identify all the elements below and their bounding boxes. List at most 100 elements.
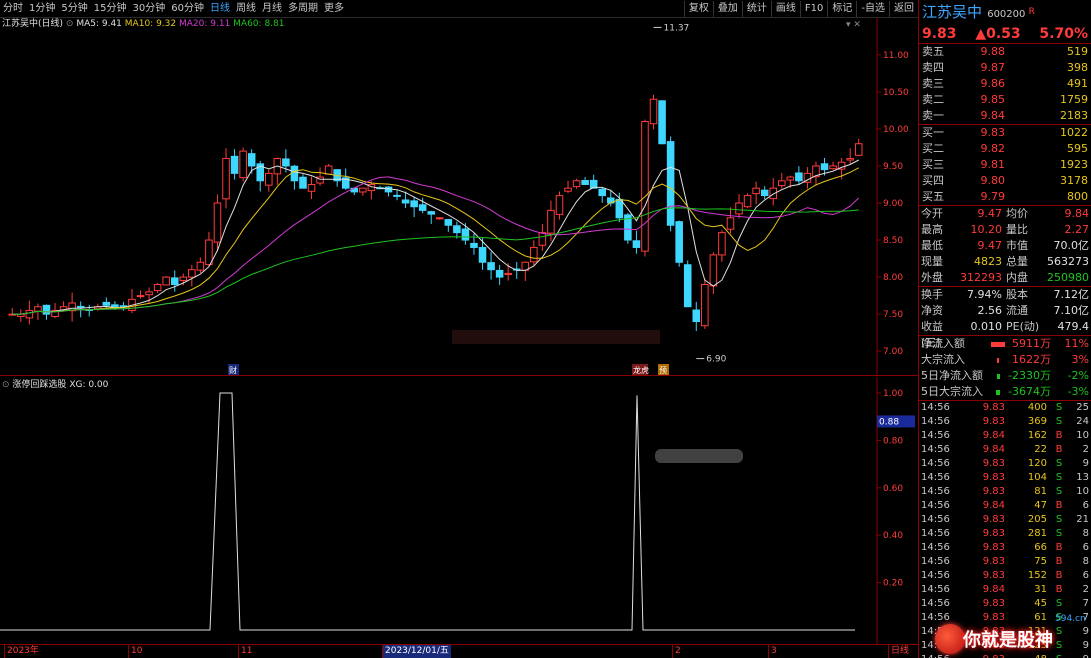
- trade-row: 14:56 9.83 281 S 8: [919, 527, 1091, 541]
- ask-row[interactable]: 卖二 9.85 1759: [919, 92, 1091, 108]
- candle: [495, 264, 504, 285]
- close-icon[interactable]: ✕: [853, 20, 861, 30]
- stat-key: 现量: [921, 255, 943, 268]
- trade-volume: 47: [1034, 500, 1047, 511]
- price-tick: 9.00: [883, 199, 903, 209]
- bid-row[interactable]: 买二 9.82 595: [919, 141, 1091, 157]
- period-tab[interactable]: 多周期: [285, 0, 321, 18]
- trade-price: 9.83: [965, 653, 1005, 658]
- stat-key: 量比: [1006, 223, 1028, 236]
- trade-time: 14:56: [921, 430, 950, 441]
- flow-label: 净流入额: [921, 337, 965, 350]
- bid-row[interactable]: 买四 9.80 3178: [919, 173, 1091, 189]
- period-tab[interactable]: 分时: [0, 0, 26, 18]
- ask-price: 9.86: [980, 77, 1006, 90]
- candle: [846, 148, 854, 165]
- candle: [239, 147, 247, 182]
- ask-row[interactable]: 卖四 9.87 398: [919, 60, 1091, 76]
- candle: [128, 289, 136, 314]
- bid-volume: 3178: [1060, 174, 1088, 187]
- time-axis: 2023年 10 11 2023/12/01/五 2 3 日线: [0, 644, 918, 658]
- indicator-tick: 0.60: [883, 484, 903, 494]
- chart-title: 江苏吴中(日线): [2, 19, 64, 29]
- ma-legend: 江苏吴中(日线) ⊙ MA5: 9.41 MA10: 9.32 MA20: 9.…: [0, 18, 284, 30]
- ask-price: 9.85: [980, 93, 1006, 106]
- chart-controls[interactable]: ▾ ✕: [846, 20, 861, 30]
- event-tag-label: 龙虎: [633, 365, 649, 375]
- current-value-label: 0.88: [879, 417, 899, 427]
- trade-volume: 162: [1027, 430, 1047, 441]
- indicator-chart[interactable]: 1.00 0.80 0.60 0.40 0.20 0.88: [0, 377, 918, 644]
- tool-button[interactable]: 叠加: [712, 1, 742, 17]
- candle: [854, 138, 863, 157]
- trade-volume: 120: [1027, 458, 1047, 469]
- flow-bar-fill: [996, 373, 1000, 379]
- ask-row[interactable]: 卖三 9.86 491: [919, 76, 1091, 92]
- candle: [478, 237, 487, 270]
- trade-side: S: [1055, 626, 1063, 637]
- tool-button[interactable]: -自选: [856, 1, 889, 17]
- trade-row: 14:56 9.83 369 S 24: [919, 415, 1091, 429]
- flow-pct: 3%: [1071, 353, 1089, 366]
- time-label: 3: [768, 645, 777, 658]
- tool-button[interactable]: 统计: [741, 1, 771, 17]
- tool-button[interactable]: F10: [799, 1, 827, 17]
- trade-price: 9.83: [982, 528, 1005, 539]
- bid-label: 买三: [922, 158, 944, 171]
- bid-volume: 1022: [1060, 126, 1088, 139]
- ask-volume: 491: [1067, 77, 1088, 90]
- ma20-line: [12, 176, 860, 315]
- period-tab[interactable]: 1分钟: [26, 0, 58, 18]
- period-tab[interactable]: 30分钟: [129, 0, 168, 18]
- ask-volume: 519: [1067, 45, 1088, 58]
- ask-row[interactable]: 卖五 9.88 519: [919, 44, 1091, 60]
- flow-value: 1622万: [1012, 353, 1051, 366]
- chevron-down-icon[interactable]: ▾: [846, 20, 851, 30]
- period-tab[interactable]: 60分钟: [168, 0, 207, 18]
- bid-row[interactable]: 买一 9.83 1022: [919, 125, 1091, 141]
- price-tick: 9.50: [883, 162, 903, 172]
- flow-value: -3674万: [1008, 385, 1051, 398]
- period-tab[interactable]: 更多: [321, 0, 347, 18]
- stat-key: 最低: [921, 239, 943, 252]
- stat-value: 7.94%: [967, 288, 1002, 301]
- trade-price: 9.83: [982, 416, 1005, 427]
- stat-value: 563273: [1047, 255, 1089, 268]
- settings-icon[interactable]: ⊙: [2, 380, 10, 390]
- stat-row: 净资 2.56 流通 7.10亿: [919, 303, 1091, 319]
- kline-chart[interactable]: 11.00 10.50 10.00 9.50 9.00 8.50 8.00 7.50 7.00 1…: [0, 18, 918, 376]
- stat-row: 外盘 312293 内盘 250980: [919, 270, 1091, 286]
- trade-row: 14:56 9.83 75 B 8: [919, 555, 1091, 569]
- flow-row: 净流入额 5911万 11%: [919, 336, 1091, 352]
- trade-side: B: [1055, 584, 1063, 595]
- period-tab[interactable]: 15分钟: [91, 0, 130, 18]
- period-tab[interactable]: 5分钟: [58, 0, 90, 18]
- bid-row[interactable]: 买三 9.81 1923: [919, 157, 1091, 173]
- tool-button[interactable]: 画线: [770, 1, 800, 17]
- tool-button[interactable]: 标记: [827, 1, 856, 17]
- tool-button[interactable]: 返回: [889, 1, 918, 17]
- toolbar-tools: 复权 叠加 统计 画线 F10 标记 -自选 返回: [683, 0, 918, 18]
- candle: [598, 187, 607, 203]
- period-tab[interactable]: 日线: [207, 0, 233, 18]
- period-tab[interactable]: 月线: [259, 0, 285, 18]
- tool-button[interactable]: 复权: [683, 1, 713, 17]
- bid-row[interactable]: 买五 9.79 800: [919, 189, 1091, 205]
- trade-ticks[interactable]: 14:56 9.83 400 S 25 14:56 9.83 369 S 24 14:56 9.84 1…: [919, 401, 1091, 658]
- period-tab[interactable]: 周线: [233, 0, 259, 18]
- stat-row: 最低 9.47 市值 70.0亿: [919, 238, 1091, 254]
- flow-value: -2330万: [1008, 369, 1051, 382]
- flow-label: 5日大宗流入: [921, 385, 983, 398]
- candle: [718, 230, 726, 262]
- trade-row: 14:56 9.83 104 S 13: [919, 471, 1091, 485]
- redacted-region: [655, 449, 743, 463]
- flow-bar-fill: [991, 341, 1005, 347]
- settings-icon[interactable]: ⊙: [66, 19, 74, 29]
- time-label: 10: [128, 645, 142, 658]
- ask-row[interactable]: 卖一 9.84 2183: [919, 108, 1091, 124]
- last-price: 9.83: [922, 26, 957, 42]
- ask-price: 9.84: [980, 109, 1006, 122]
- period-tabs: 分时 1分钟 5分钟 15分钟 30分钟 60分钟 日线 周线 月线 多周期 更多: [0, 0, 347, 18]
- stat-value: 7.10亿: [1053, 304, 1090, 317]
- time-label: 日线: [888, 645, 909, 658]
